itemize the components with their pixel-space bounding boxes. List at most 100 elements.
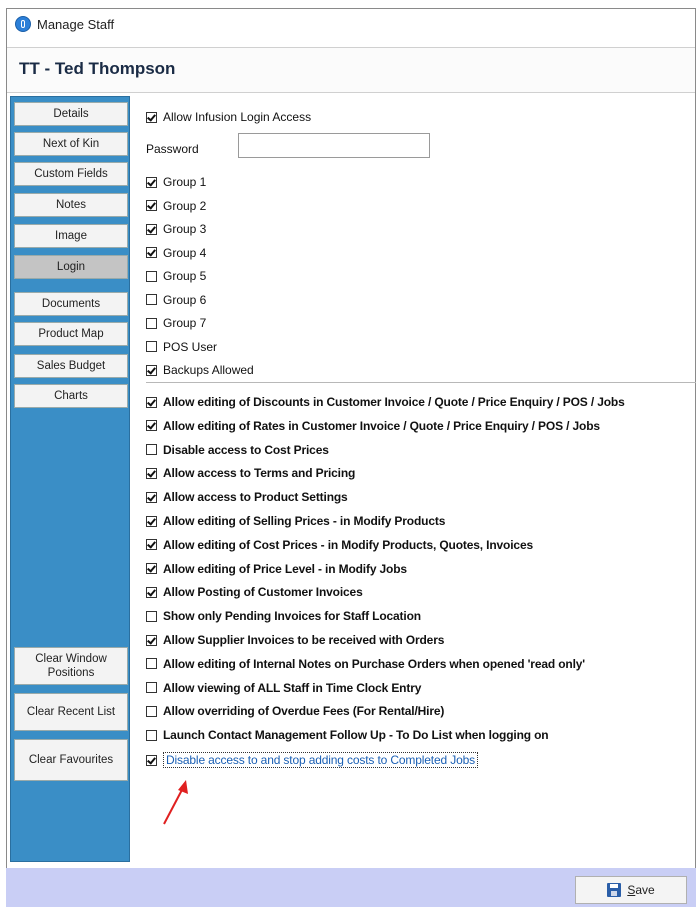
group-checkbox[interactable]: Group 6 <box>146 293 206 307</box>
permission-checkbox[interactable]: Launch Contact Management Follow Up - To… <box>146 728 549 742</box>
group-checkbox[interactable]: Backups Allowed <box>146 363 254 377</box>
password-input[interactable] <box>238 133 430 158</box>
app-info-icon <box>15 16 31 32</box>
checkbox-label: Show only Pending Invoices for Staff Loc… <box>163 609 421 624</box>
tab-documents[interactable]: Documents <box>14 292 128 316</box>
permission-checkbox[interactable]: Allow editing of Discounts in Customer I… <box>146 395 625 409</box>
checkbox-box[interactable] <box>146 467 157 479</box>
checkbox-box[interactable] <box>146 515 157 527</box>
permission-checkbox[interactable]: Allow access to Product Settings <box>146 490 348 504</box>
group-checkbox[interactable]: Group 1 <box>146 175 206 189</box>
checkbox-label: Allow editing of Price Level - in Modify… <box>163 561 407 576</box>
tab-custom-fields[interactable]: Custom Fields <box>14 162 128 186</box>
checkbox-label: Disable access to and stop adding costs … <box>163 752 478 768</box>
tab-sales-budget[interactable]: Sales Budget <box>14 354 128 378</box>
tab-login[interactable]: Login <box>14 255 128 279</box>
clear-window-positions-button[interactable]: Clear Window Positions <box>14 647 128 685</box>
checkbox-label: Allow editing of Discounts in Customer I… <box>163 395 625 409</box>
permission-checkbox[interactable]: Allow access to Terms and Pricing <box>146 466 355 480</box>
staff-name-title: TT - Ted Thompson <box>19 59 176 78</box>
checkbox-box[interactable] <box>146 658 157 670</box>
infusion-access-checkbox[interactable]: Allow Infusion Login Access <box>146 110 311 124</box>
checkbox-label: Allow Infusion Login Access <box>163 110 312 124</box>
checkbox-box[interactable] <box>146 247 157 258</box>
checkbox-box[interactable] <box>146 754 157 766</box>
group-checkbox[interactable]: Group 5 <box>146 269 206 283</box>
group-checkbox[interactable]: Group 3 <box>146 222 206 236</box>
checkbox-label: Group 4 <box>163 245 207 260</box>
password-label: Password <box>146 142 199 156</box>
permission-checkbox[interactable]: Allow editing of Cost Prices - in Modify… <box>146 538 533 552</box>
save-button[interactable]: Save <box>575 876 687 904</box>
permission-checkbox[interactable]: Allow overriding of Overdue Fees (For Re… <box>146 704 444 718</box>
checkbox-label: Allow editing of Selling Prices - in Mod… <box>163 514 446 528</box>
checkbox-box[interactable] <box>146 705 157 717</box>
clear-favourites-button[interactable]: Clear Favourites <box>14 739 128 781</box>
checkbox-label: Group 6 <box>163 292 207 307</box>
permission-checkbox[interactable]: Disable access to Cost Prices <box>146 443 329 457</box>
checkbox-box[interactable] <box>146 200 157 211</box>
permission-checkbox[interactable]: Allow editing of Rates in Customer Invoi… <box>146 419 600 433</box>
tab-notes[interactable]: Notes <box>14 193 128 217</box>
checkbox-box[interactable] <box>146 729 157 741</box>
permission-checkbox[interactable]: Allow editing of Selling Prices - in Mod… <box>146 514 445 528</box>
checkbox-box[interactable] <box>146 444 157 456</box>
permission-checkbox[interactable]: Allow editing of Price Level - in Modify… <box>146 562 407 576</box>
tab-next-of-kin[interactable]: Next of Kin <box>14 132 128 156</box>
checkbox-box[interactable] <box>146 270 157 282</box>
checkbox-label: Group 3 <box>163 222 207 236</box>
permission-checkbox[interactable]: Allow Posting of Customer Invoices <box>146 585 363 599</box>
tab-details[interactable]: Details <box>14 102 128 126</box>
checkbox-label: Allow access to Terms and Pricing <box>163 466 356 481</box>
clear-recent-list-button[interactable]: Clear Recent List <box>14 693 128 731</box>
checkbox-box[interactable] <box>146 682 157 694</box>
checkbox-box[interactable] <box>146 341 157 352</box>
title-bar: Manage Staff <box>7 9 695 39</box>
checkbox-label: Allow access to Product Settings <box>163 490 348 505</box>
checkbox-label: Allow editing of Rates in Customer Invoi… <box>163 418 600 433</box>
checkbox-label: Allow Posting of Customer Invoices <box>163 585 363 600</box>
permission-checkbox[interactable]: Allow editing of Internal Notes on Purch… <box>146 657 585 671</box>
checkbox-label: Group 2 <box>163 198 207 213</box>
checkbox-label: Group 7 <box>163 316 207 330</box>
checkbox-box[interactable] <box>146 586 157 598</box>
group-checkbox[interactable]: Group 2 <box>146 199 206 213</box>
checkbox-box[interactable] <box>146 634 157 646</box>
permission-checkbox[interactable]: Disable access to and stop adding costs … <box>146 752 478 768</box>
group-checkbox[interactable]: Group 7 <box>146 316 206 330</box>
checkbox-label: Group 5 <box>163 269 207 283</box>
tab-image[interactable]: Image <box>14 224 128 248</box>
checkbox-label: POS User <box>163 339 218 354</box>
checkbox-label: Allow viewing of ALL Staff in Time Clock… <box>163 680 422 695</box>
sidebar: Details Next of Kin Custom Fields Notes … <box>10 96 130 862</box>
group-checkbox[interactable]: Group 4 <box>146 246 206 260</box>
checkbox-box[interactable] <box>146 539 157 551</box>
checkbox-box[interactable] <box>146 176 157 188</box>
checkbox-box[interactable] <box>146 317 157 329</box>
save-label: Save <box>627 883 655 897</box>
red-arrow-icon <box>163 780 188 825</box>
checkbox-box[interactable] <box>146 223 157 235</box>
checkbox-label: Allow Supplier Invoices to be received w… <box>163 633 445 647</box>
permission-checkbox[interactable]: Allow Supplier Invoices to be received w… <box>146 633 444 647</box>
section-divider <box>146 382 696 383</box>
group-checkbox[interactable]: POS User <box>146 340 217 354</box>
checkbox-box[interactable] <box>146 111 157 123</box>
checkbox-label: Group 1 <box>163 175 207 189</box>
permission-checkbox[interactable]: Show only Pending Invoices for Staff Loc… <box>146 609 421 623</box>
checkbox-box[interactable] <box>146 364 157 376</box>
checkbox-label: Backups Allowed <box>163 363 254 377</box>
checkbox-box[interactable] <box>146 491 157 503</box>
checkbox-box[interactable] <box>146 610 157 622</box>
window-title: Manage Staff <box>37 16 115 32</box>
tab-product-map[interactable]: Product Map <box>14 322 128 346</box>
checkbox-box[interactable] <box>146 563 157 575</box>
checkbox-box[interactable] <box>146 396 157 408</box>
checkbox-label: Allow editing of Internal Notes on Purch… <box>163 656 586 671</box>
permission-checkbox[interactable]: Allow viewing of ALL Staff in Time Clock… <box>146 681 421 695</box>
checkbox-box[interactable] <box>146 294 157 305</box>
tab-charts[interactable]: Charts <box>14 384 128 408</box>
checkbox-box[interactable] <box>146 420 157 432</box>
staff-header: TT - Ted Thompson <box>7 47 695 93</box>
checkbox-label: Allow editing of Cost Prices - in Modify… <box>163 537 533 552</box>
